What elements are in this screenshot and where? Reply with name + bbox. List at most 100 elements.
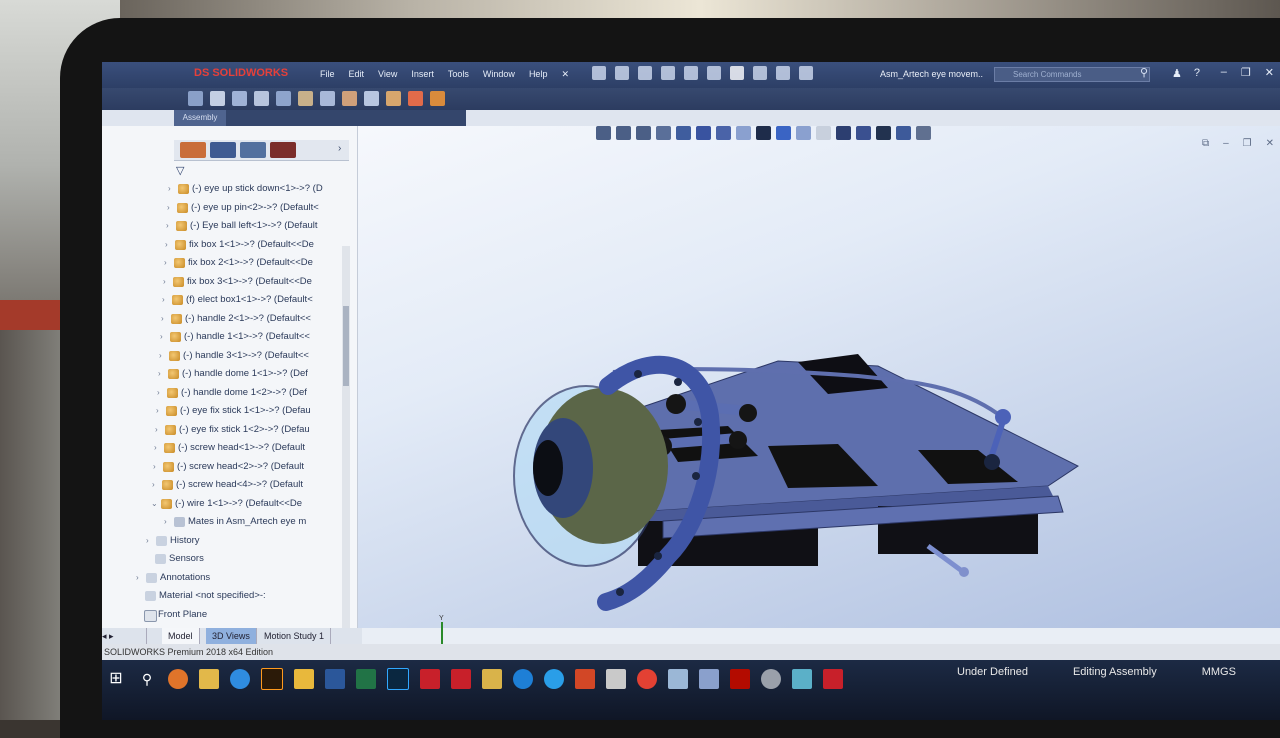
user-icon[interactable]: ♟ xyxy=(1172,67,1182,80)
tree-item[interactable]: › fix box 1<1>->? (Default<<De xyxy=(165,236,357,255)
expand-icon[interactable]: › xyxy=(165,236,175,254)
app-icon[interactable] xyxy=(606,669,626,689)
chrome-alt-icon[interactable] xyxy=(637,669,657,689)
tree-item[interactable]: › (-) handle dome 1<2>->? (Def xyxy=(157,384,357,403)
move-component-icon[interactable] xyxy=(276,91,291,106)
menu-window[interactable]: Window xyxy=(483,69,515,80)
menu-help[interactable]: Help xyxy=(529,69,548,80)
graphics-area[interactable]: ⧉ – ❐ ✕ Y xyxy=(358,126,1280,657)
tree-item-annotations[interactable]: › Annotations xyxy=(136,569,357,588)
illustrator-icon[interactable] xyxy=(261,668,283,690)
tree-item[interactable]: › (-) handle dome 1<1>->? (Def xyxy=(158,365,357,384)
expand-icon[interactable]: › xyxy=(161,310,171,328)
menu-insert[interactable]: Insert xyxy=(411,69,434,80)
expand-icon[interactable]: › xyxy=(158,365,168,383)
word-icon[interactable] xyxy=(325,669,345,689)
menu-view[interactable]: View xyxy=(378,69,397,80)
file-properties-icon[interactable] xyxy=(776,66,790,80)
new-motion-study-icon[interactable] xyxy=(364,91,379,106)
select-icon[interactable] xyxy=(730,66,744,80)
linear-pattern-icon[interactable] xyxy=(232,91,247,106)
tab-assembly[interactable]: Assembly xyxy=(174,110,226,126)
tree-item[interactable]: › (-) handle 3<1>->? (Default<< xyxy=(159,347,357,366)
expand-icon[interactable]: › xyxy=(164,513,174,531)
windows-start-icon[interactable]: ⊞ xyxy=(106,669,126,689)
menu-file[interactable]: File xyxy=(320,69,335,80)
collapse-icon[interactable]: ⌄ xyxy=(151,495,161,513)
solidworks-2018-icon[interactable] xyxy=(451,669,471,689)
solidworks-active-icon[interactable] xyxy=(823,669,843,689)
home-icon[interactable] xyxy=(592,66,606,80)
expand-icon[interactable]: › xyxy=(160,328,170,346)
excel-icon[interactable] xyxy=(356,669,376,689)
assembly-model[interactable] xyxy=(358,126,1280,628)
expand-icon[interactable]: › xyxy=(163,273,173,291)
new-document-icon[interactable] xyxy=(615,66,629,80)
expand-icon[interactable]: › xyxy=(152,476,162,494)
tree-item[interactable]: › (-) screw head<2>->? (Default xyxy=(153,458,357,477)
ie-icon[interactable] xyxy=(544,669,564,689)
minimize-icon[interactable]: – xyxy=(1221,66,1227,79)
vlc-icon[interactable] xyxy=(699,669,719,689)
search-commands-input[interactable]: Search Commands xyxy=(994,67,1150,82)
tree-item-mates[interactable]: › Mates in Asm_Artech eye m xyxy=(164,513,357,532)
search-icon[interactable]: ⚲ xyxy=(1140,66,1148,79)
keyshot-icon[interactable] xyxy=(482,669,502,689)
expand-icon[interactable]: › xyxy=(155,421,165,439)
save-icon[interactable] xyxy=(661,66,675,80)
options-icon[interactable] xyxy=(799,66,813,80)
search-icon[interactable]: ⚲ xyxy=(137,669,157,689)
undo-icon[interactable] xyxy=(707,66,721,80)
status-units[interactable]: MMGS xyxy=(1202,666,1236,678)
expand-icon[interactable]: › xyxy=(157,384,167,402)
configuration-manager-tab[interactable] xyxy=(240,142,266,158)
tree-item[interactable]: › (-) eye fix stick 1<1>->? (Defau xyxy=(156,402,357,421)
tree-item-sensors[interactable]: Sensors xyxy=(145,550,357,569)
help-icon[interactable]: ? xyxy=(1194,67,1200,80)
smart-fasteners-icon[interactable] xyxy=(254,91,269,106)
bill-of-materials-icon[interactable] xyxy=(386,91,401,106)
tree-item-front-plane[interactable]: Front Plane xyxy=(134,606,357,625)
tab-motion-study[interactable]: Motion Study 1 xyxy=(258,628,332,644)
tree-item[interactable]: › (-) Eye ball left<1>->? (Default xyxy=(166,217,357,236)
tree-item-material[interactable]: Material <not specified>-: xyxy=(135,587,357,606)
photoshop-icon[interactable] xyxy=(387,668,409,690)
scrollbar-thumb[interactable] xyxy=(343,306,349,386)
close-icon[interactable]: ✕ xyxy=(1265,66,1274,79)
tree-item[interactable]: › fix box 2<1>->? (Default<<De xyxy=(164,254,357,273)
tree-scrollbar[interactable] xyxy=(342,246,350,676)
settings-icon[interactable] xyxy=(761,669,781,689)
tree-item[interactable]: › (-) handle 2<1>->? (Default<< xyxy=(161,310,357,329)
pin-icon[interactable]: ✕ xyxy=(561,69,569,80)
feature-manager-tab[interactable] xyxy=(180,142,206,158)
expand-icon[interactable]: › xyxy=(154,439,164,457)
tree-item[interactable]: › (-) screw head<4>->? (Default xyxy=(152,476,357,495)
tree-item[interactable]: › fix box 3<1>->? (Default<<De xyxy=(163,273,357,292)
expand-icon[interactable]: › xyxy=(167,199,177,217)
tree-item[interactable]: › (-) eye up stick down<1>->? (D xyxy=(168,180,357,199)
tree-item[interactable]: › (-) screw head<1>->? (Default xyxy=(154,439,357,458)
restore-icon[interactable]: ❐ xyxy=(1241,66,1251,79)
insert-components-icon[interactable] xyxy=(188,91,203,106)
expand-icon[interactable]: › xyxy=(159,347,169,365)
exploded-view-icon[interactable] xyxy=(408,91,423,106)
acrobat-icon[interactable] xyxy=(730,669,750,689)
file-explorer-icon[interactable] xyxy=(199,669,219,689)
powerpoint-icon[interactable] xyxy=(575,669,595,689)
tree-item[interactable]: › (-) eye up pin<2>->? (Default< xyxy=(167,199,357,218)
firefox-icon[interactable] xyxy=(168,669,188,689)
sketch-icon[interactable] xyxy=(792,669,812,689)
show-hidden-icon[interactable] xyxy=(298,91,313,106)
tree-item-history[interactable]: › History xyxy=(146,532,357,551)
menu-edit[interactable]: Edit xyxy=(349,69,365,80)
tree-item[interactable]: › (-) eye fix stick 1<2>->? (Defau xyxy=(155,421,357,440)
instant3d-icon[interactable] xyxy=(430,91,445,106)
open-icon[interactable] xyxy=(638,66,652,80)
expand-icon[interactable]: › xyxy=(166,217,176,235)
expand-icon[interactable]: › xyxy=(162,291,172,309)
edge-icon[interactable] xyxy=(513,669,533,689)
solidworks-2016-icon[interactable] xyxy=(420,669,440,689)
expand-icon[interactable]: › xyxy=(164,254,174,272)
tab-model[interactable]: Model xyxy=(162,628,200,644)
display-manager-tab[interactable] xyxy=(270,142,296,158)
